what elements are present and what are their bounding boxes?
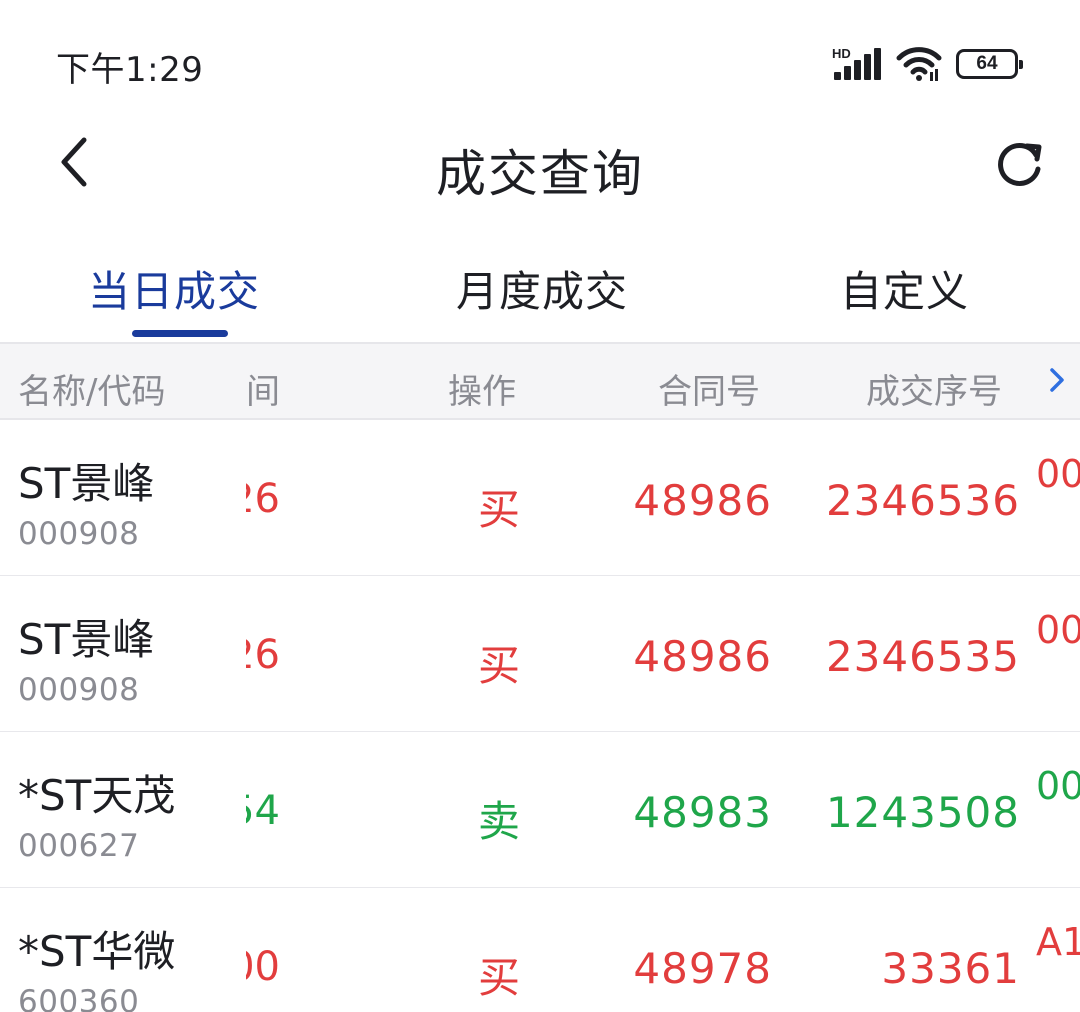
next-column-partial: A1 [1036,920,1080,964]
stock-code: 000908 [18,516,140,552]
table-row[interactable]: *ST华微 600360 00 买 48978 33361 A1 [0,888,1080,1012]
trade-sequence: 33361 [881,944,1020,993]
contract-number: 48978 [633,944,772,993]
stock-name: *ST华微 [18,927,176,976]
trade-operation: 买 [478,485,521,534]
trade-time-partial: 26 [246,632,280,678]
stock-name: *ST天茂 [18,771,176,820]
trade-time-partial: 54 [246,788,280,834]
status-time: 下午1:29 [56,50,204,90]
tab-monthly-trades[interactable]: 月度成交 [456,258,628,319]
column-header-time: 间 [246,372,280,412]
battery-level: 64 [976,53,998,74]
column-header-contract-no: 合同号 [658,372,760,412]
column-header-operation: 操作 [448,372,516,412]
trade-operation: 卖 [478,797,521,846]
refresh-icon [998,143,1042,186]
trade-sequence: 2346536 [825,476,1020,525]
table-row[interactable]: ST景峰 000908 26 买 48986 2346535 00 [0,576,1080,732]
trade-operation: 买 [478,641,521,690]
trade-list: ST景峰 000908 26 买 48986 2346536 00 ST景峰 0… [0,420,1080,1012]
stock-name: ST景峰 [18,459,155,508]
battery-icon: 64 [956,49,1023,79]
trade-time-partial: 26 [246,476,280,522]
trade-sequence: 2346535 [825,632,1020,681]
scroll-columns-right-button[interactable] [1042,362,1072,398]
network-type-label: HD [832,46,851,61]
contract-number: 48986 [633,476,772,525]
chevron-right-icon [1050,368,1064,392]
stock-name: ST景峰 [18,615,155,664]
trade-operation: 买 [478,953,521,1002]
status-icons: HD 64 [832,44,1023,84]
next-column-partial: 00 [1036,764,1080,808]
status-bar: 下午1:29 HD 64 [0,0,1080,110]
refresh-button[interactable] [990,132,1050,194]
tab-today-trades[interactable]: 当日成交 [88,258,260,319]
page-title: 成交查询 [436,145,644,203]
column-header-name-code: 名称/代码 [18,372,166,412]
stock-code: 600360 [18,984,140,1012]
table-row[interactable]: ST景峰 000908 26 买 48986 2346536 00 [0,420,1080,576]
tab-bar: 当日成交 月度成交 自定义 [0,238,1080,342]
table-row[interactable]: *ST天茂 000627 54 卖 48983 1243508 00 [0,732,1080,888]
next-column-partial: 00 [1036,452,1080,496]
tab-custom[interactable]: 自定义 [840,258,969,319]
contract-number: 48986 [633,632,772,681]
stock-code: 000627 [18,828,140,864]
contract-number: 48983 [633,788,772,837]
next-column-partial: 00 [1036,608,1080,652]
stock-code: 000908 [18,672,140,708]
cellular-signal-icon: HD [832,46,882,82]
wifi-icon [896,47,942,81]
table-header: 名称/代码 间 操作 合同号 成交序号 [0,342,1080,420]
active-tab-indicator [132,330,228,337]
trade-sequence: 1243508 [825,788,1020,837]
column-header-trade-seq: 成交序号 [866,372,1002,412]
app-header: 成交查询 [0,110,1080,220]
trade-time-partial: 00 [246,944,280,990]
